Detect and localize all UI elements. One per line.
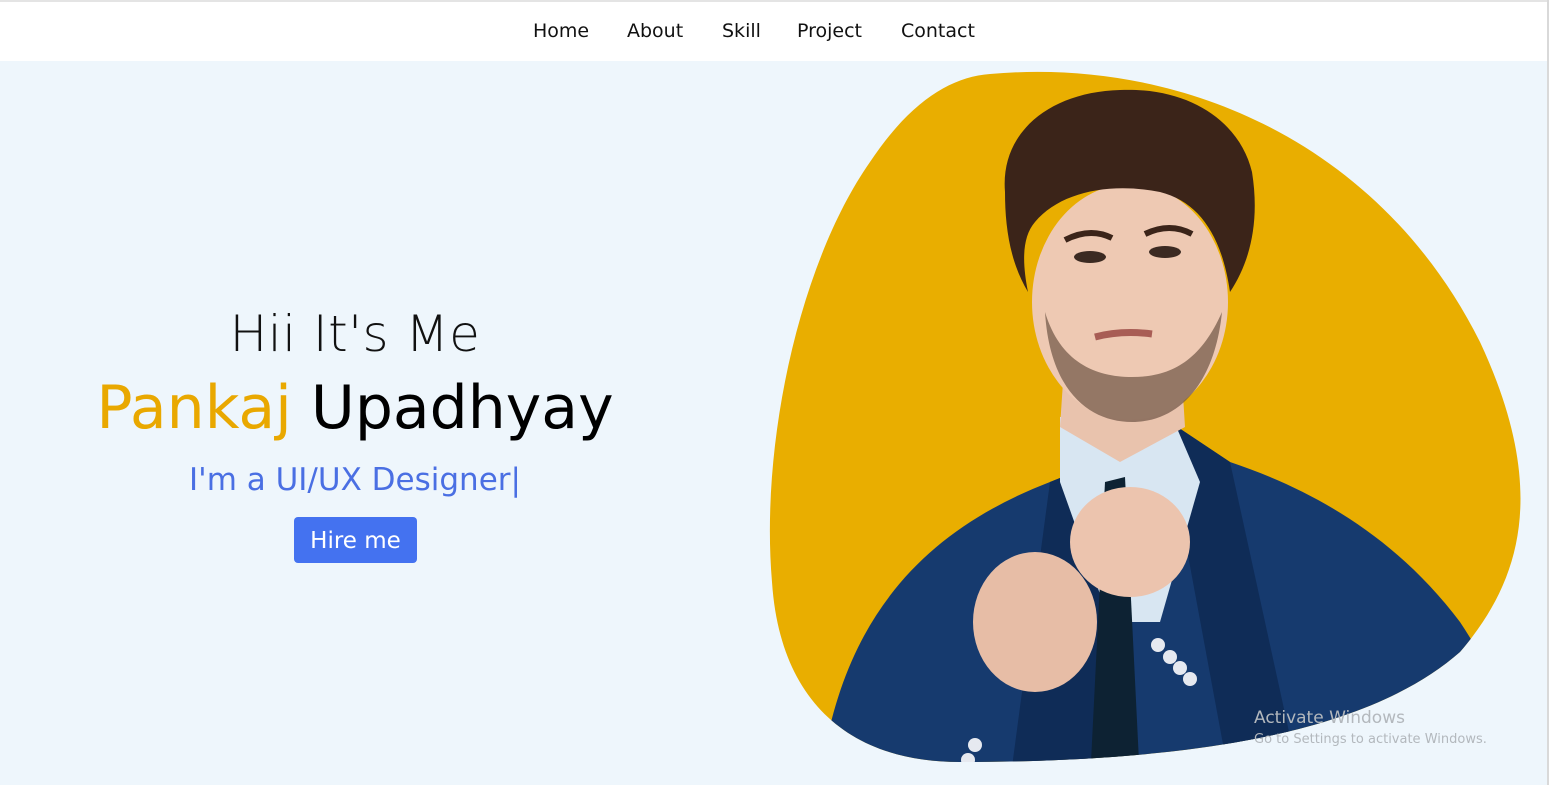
nav-about-link[interactable]: About	[627, 20, 683, 42]
windows-activation-watermark: Activate Windows Go to Settings to activ…	[1254, 708, 1487, 747]
hero-last-name: Upadhyay	[310, 373, 614, 443]
nav-project-link[interactable]: Project	[797, 20, 862, 42]
hero-greeting: Hii It's Me	[229, 305, 481, 363]
watermark-subtitle: Go to Settings to activate Windows.	[1254, 732, 1487, 747]
hero-first-name: Pankaj	[96, 373, 292, 443]
hire-me-button[interactable]: Hire me	[294, 517, 417, 563]
nav-home-link[interactable]: Home	[533, 20, 589, 42]
navbar: Home About Skill Project Contact	[0, 2, 1549, 61]
nav-contact-link[interactable]: Contact	[901, 20, 975, 42]
hero-portrait	[769, 71, 1521, 763]
nav-skill-link[interactable]: Skill	[722, 20, 761, 42]
hero-role: I'm a UI/UX Designer|	[189, 462, 521, 498]
watermark-title: Activate Windows	[1254, 708, 1405, 728]
hero-name: Pankaj Upadhyay	[0, 373, 710, 443]
page: Home About Skill Project Contact Hii It'…	[0, 0, 1549, 785]
